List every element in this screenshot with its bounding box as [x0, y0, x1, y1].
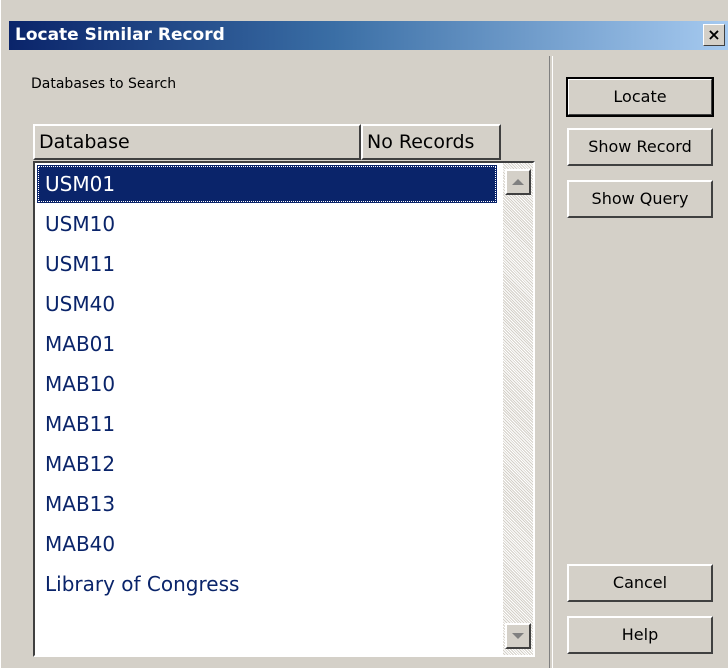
list-item[interactable]: USM10	[37, 205, 497, 243]
column-header-database[interactable]: Database	[33, 124, 361, 160]
locate-similar-record-dialog: Locate Similar Record × Databases to Sea…	[0, 0, 728, 668]
show-query-button[interactable]: Show Query	[567, 180, 713, 218]
scroll-down-button[interactable]	[505, 623, 531, 649]
window-title: Locate Similar Record	[15, 25, 225, 45]
vertical-divider	[549, 56, 553, 668]
show-record-button[interactable]: Show Record	[567, 128, 713, 166]
list-item[interactable]: MAB10	[37, 365, 497, 403]
list-item[interactable]: MAB12	[37, 445, 497, 483]
database-list[interactable]: USM01 USM10 USM11 USM40 MAB01 MAB10 MAB1…	[33, 161, 535, 657]
list-header: Database No Records	[33, 124, 501, 160]
list-item[interactable]: USM11	[37, 245, 497, 283]
arrow-up-icon	[512, 179, 524, 185]
vertical-scrollbar[interactable]	[503, 163, 533, 655]
help-button[interactable]: Help	[567, 616, 713, 654]
close-icon: ×	[707, 25, 721, 44]
list-item[interactable]: MAB11	[37, 405, 497, 443]
scroll-up-button[interactable]	[505, 169, 531, 195]
title-bar[interactable]: Locate Similar Record ×	[9, 21, 728, 50]
arrow-down-icon	[512, 633, 524, 639]
list-item[interactable]: USM40	[37, 285, 497, 323]
list-item[interactable]: MAB01	[37, 325, 497, 363]
list-item[interactable]: Library of Congress	[37, 565, 497, 603]
column-header-no-records[interactable]: No Records	[361, 124, 501, 160]
cancel-button[interactable]: Cancel	[567, 564, 713, 602]
list-item[interactable]: USM01	[37, 165, 497, 203]
databases-group-label: Databases to Search	[31, 76, 177, 92]
locate-button[interactable]: Locate	[566, 77, 714, 117]
list-item[interactable]: MAB40	[37, 525, 497, 563]
close-button[interactable]: ×	[703, 24, 725, 46]
list-item[interactable]: MAB13	[37, 485, 497, 523]
